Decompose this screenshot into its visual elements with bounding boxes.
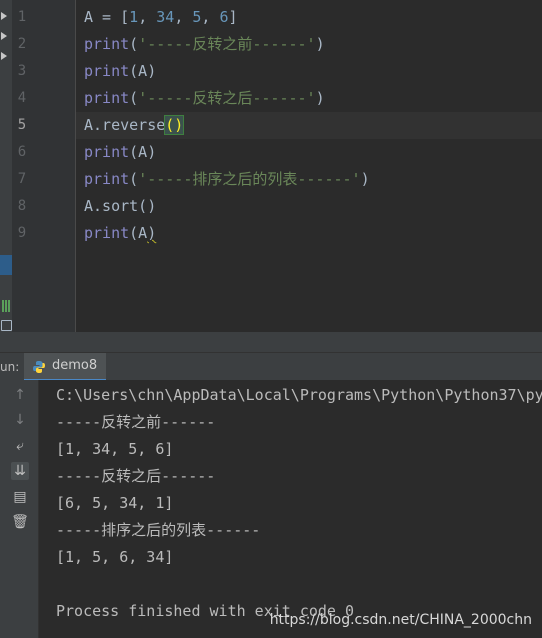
code-token: '-----排序之后的列表------'	[138, 170, 361, 188]
code-token: )	[360, 170, 370, 188]
line-number: 1	[17, 9, 27, 25]
soft-wrap-icon[interactable]: ⤶	[11, 437, 29, 455]
line-number-gutter: 1 2 3 4 5 6 7 8 9	[12, 0, 76, 332]
code-line[interactable]: print(A)	[84, 139, 156, 166]
left-tool-strip	[0, 0, 12, 332]
code-line[interactable]: print('-----排序之后的列表------')	[84, 166, 370, 193]
console-line: [1, 5, 6, 34]	[56, 548, 174, 566]
collapse-arrow-icon[interactable]	[1, 52, 7, 60]
trash-icon[interactable]: 🗑	[11, 513, 29, 531]
code-token: print	[84, 224, 130, 242]
code-token: ()	[164, 115, 185, 135]
print-icon[interactable]: ▤	[11, 488, 29, 506]
code-line[interactable]: print(A)	[84, 220, 156, 247]
code-line[interactable]: print('-----反转之前------')	[84, 31, 325, 58]
debug-icon[interactable]	[1, 320, 12, 331]
collapse-arrow-icon[interactable]	[1, 12, 7, 20]
code-token: )	[315, 35, 325, 53]
code-token: )	[147, 224, 157, 242]
code-token: print	[84, 170, 130, 188]
code-token: A = [	[84, 8, 130, 26]
code-token: )	[315, 89, 325, 107]
structure-icon[interactable]	[2, 300, 10, 312]
code-token: '-----反转之后------'	[138, 89, 316, 107]
code-token: 34	[156, 8, 175, 26]
code-token: (	[129, 170, 139, 188]
line-number: 7	[17, 171, 27, 187]
watermark: https://blog.csdn.net/CHINA_2000chn	[269, 612, 532, 628]
code-token: A.sort()	[84, 197, 157, 215]
console-line: -----排序之后的列表------	[56, 521, 261, 539]
code-token: ,	[138, 8, 157, 26]
console-line: -----反转之前------	[56, 413, 216, 431]
code-token: A.reverse	[84, 116, 166, 134]
python-icon	[33, 361, 45, 373]
console-line: [6, 5, 34, 1]	[56, 494, 174, 512]
line-number: 2	[17, 36, 27, 52]
code-token: (	[129, 89, 139, 107]
code-token: (A)	[129, 143, 157, 161]
code-line[interactable]: A.reverse()	[76, 112, 542, 139]
selected-tool-indicator	[0, 255, 12, 275]
console-output[interactable]: Process finished with exit code 0 [1, 5, …	[39, 380, 542, 638]
line-number: 3	[17, 63, 27, 79]
code-token: print	[84, 89, 130, 107]
code-token: '-----反转之前------'	[138, 35, 316, 53]
code-token: 6	[219, 8, 229, 26]
tab-label: demo8	[52, 358, 98, 373]
line-number: 5	[17, 117, 27, 133]
line-number: 6	[17, 144, 27, 160]
run-label: un:	[0, 360, 20, 374]
scroll-to-end-icon[interactable]: ⇊	[11, 462, 29, 480]
tab-demo8[interactable]: demo8	[24, 353, 106, 381]
code-token: ,	[201, 8, 220, 26]
code-token: 1	[129, 8, 139, 26]
run-toolbar: ↑ ↓ ⤶ ⇊ ▤ 🗑	[0, 380, 39, 638]
console-line: [1, 34, 5, 6]	[56, 440, 174, 458]
code-editor[interactable]: 123456789 A = [1, 34, 5, 6] print('-----反…	[0, 0, 542, 332]
code-token: ,	[174, 8, 193, 26]
code-token: print	[84, 62, 130, 80]
code-token: (A	[129, 224, 148, 242]
code-token: print	[84, 143, 130, 161]
code-token: (	[129, 35, 139, 53]
arrow-down-icon[interactable]: ↓	[11, 411, 29, 429]
console-line: -----反转之后------	[56, 467, 216, 485]
line-number: 9	[17, 225, 27, 241]
run-tool-window-header: un: demo8	[0, 352, 542, 381]
line-number: 4	[17, 90, 27, 106]
code-token: print	[84, 35, 130, 53]
arrow-up-icon[interactable]: ↑	[11, 386, 29, 404]
code-line[interactable]: A.sort()	[84, 193, 156, 220]
code-token: (A)	[129, 62, 157, 80]
collapse-arrow-icon[interactable]	[1, 32, 7, 40]
code-line[interactable]: print(A)	[84, 58, 156, 85]
console-line: C:\Users\chn\AppData\Local\Programs\Pyth…	[56, 386, 542, 404]
panel-splitter[interactable]	[0, 332, 542, 352]
code-token: ]	[228, 8, 238, 26]
line-number: 8	[17, 198, 27, 214]
code-line[interactable]: A = [1, 34, 5, 6]	[84, 4, 238, 31]
code-line[interactable]: print('-----反转之后------')	[84, 85, 325, 112]
